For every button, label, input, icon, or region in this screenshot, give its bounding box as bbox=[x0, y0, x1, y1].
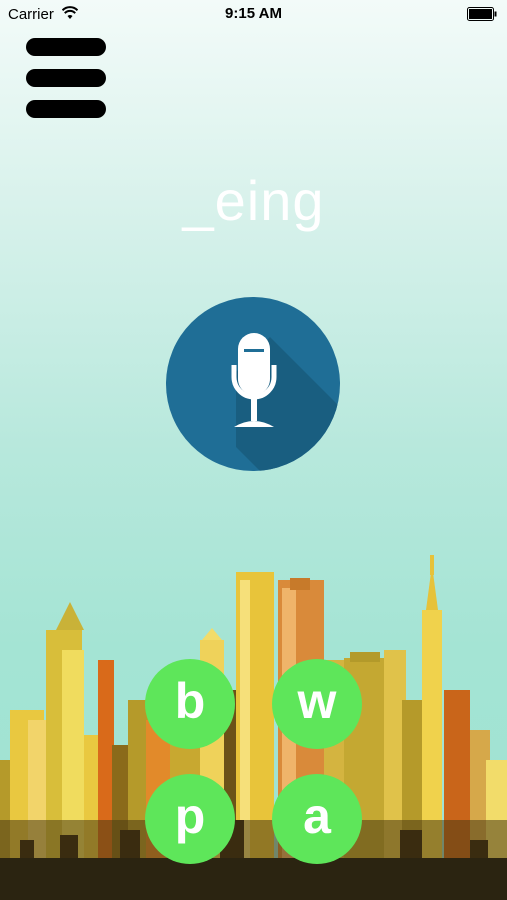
letter-button-p[interactable]: p bbox=[145, 774, 235, 864]
menu-line bbox=[26, 100, 106, 118]
letter-button-b[interactable]: b bbox=[145, 659, 235, 749]
menu-line bbox=[26, 38, 106, 56]
clock-time: 9:15 AM bbox=[225, 5, 282, 22]
microphone-button[interactable] bbox=[166, 297, 340, 471]
target-word: _eing bbox=[182, 169, 325, 232]
city-skyline-illustration bbox=[0, 555, 507, 900]
status-bar: Carrier 9:15 AM bbox=[0, 0, 507, 28]
letter-button-w[interactable]: w bbox=[272, 659, 362, 749]
hamburger-menu-icon[interactable] bbox=[26, 38, 108, 120]
battery-icon bbox=[467, 7, 497, 21]
letter-button-a[interactable]: a bbox=[272, 774, 362, 864]
menu-line bbox=[26, 69, 106, 87]
microphone-icon bbox=[166, 297, 340, 471]
